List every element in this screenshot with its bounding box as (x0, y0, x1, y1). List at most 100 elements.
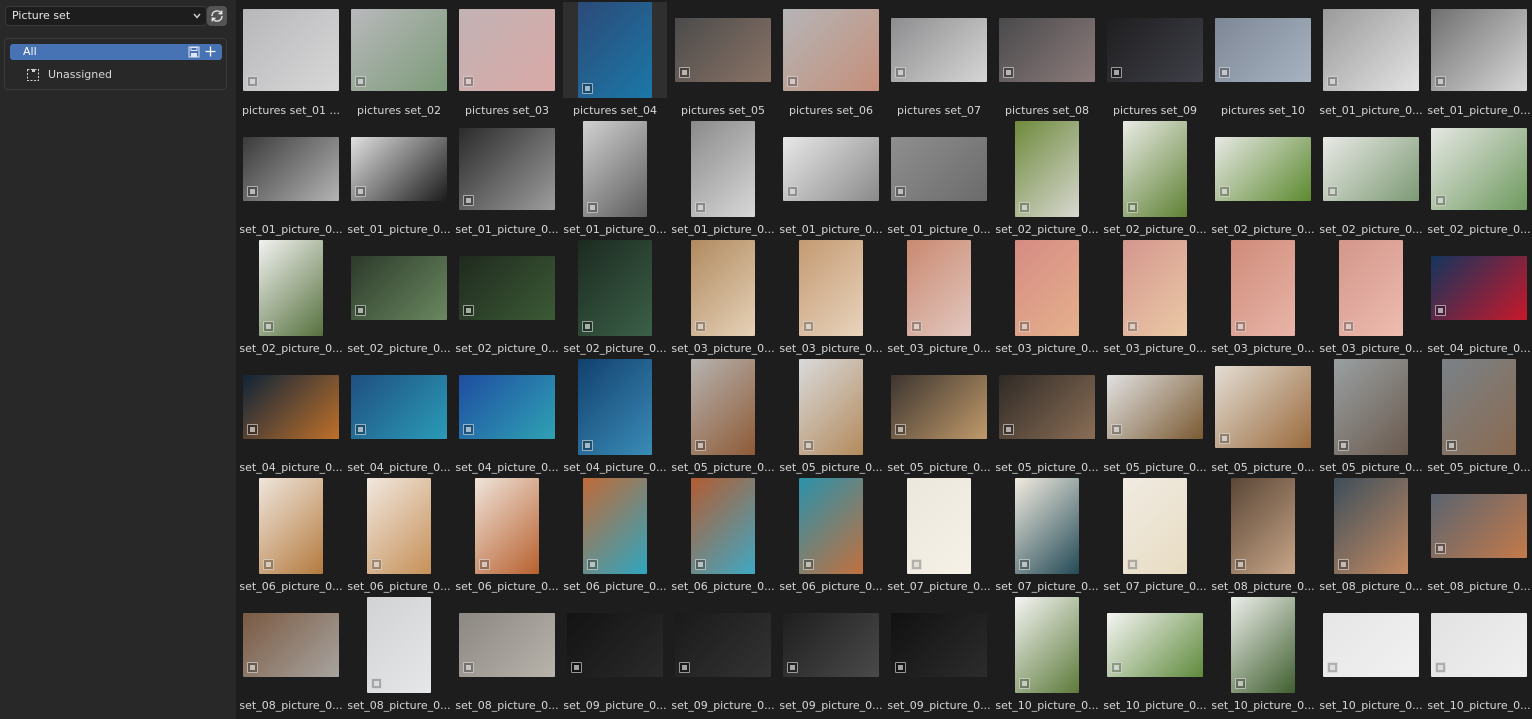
asset-tile[interactable]: set_05_picture_0... (777, 357, 885, 476)
asset-tile[interactable]: set_09_picture_0... (669, 595, 777, 714)
asset-tile[interactable]: set_03_picture_0... (1209, 238, 1317, 357)
asset-tile[interactable]: set_01_picture_0... (345, 119, 453, 238)
asset-tile[interactable]: set_02_picture_0... (1101, 119, 1209, 238)
asset-tile[interactable]: set_08_picture_0... (453, 595, 561, 714)
asset-tile[interactable]: set_10_picture_0... (1317, 595, 1425, 714)
asset-type-icon (1127, 559, 1138, 570)
asset-tile[interactable]: set_03_picture_0... (777, 238, 885, 357)
asset-tile[interactable]: set_04_picture_0... (453, 357, 561, 476)
asset-tile[interactable]: set_05_picture_0... (669, 357, 777, 476)
asset-tile[interactable]: set_05_picture_0... (1101, 357, 1209, 476)
asset-tile[interactable]: set_05_picture_0... (1209, 357, 1317, 476)
asset-tile[interactable]: set_09_picture_0... (561, 595, 669, 714)
catalog-item-all[interactable]: All (10, 44, 222, 60)
asset-tile[interactable]: set_09_picture_0... (885, 595, 993, 714)
asset-type-icon (355, 305, 366, 316)
asset-tile[interactable]: set_06_picture_0... (777, 476, 885, 595)
asset-tile[interactable]: set_01_picture_0... (561, 119, 669, 238)
asset-thumbnail-frame (239, 121, 343, 217)
asset-thumbnail (583, 121, 647, 217)
asset-tile[interactable]: set_07_picture_0... (885, 476, 993, 595)
asset-tile[interactable]: set_02_picture_0... (561, 238, 669, 357)
asset-tile[interactable]: set_03_picture_0... (885, 238, 993, 357)
catalog-item-unassigned[interactable]: Unassigned (23, 67, 112, 83)
asset-tile[interactable]: set_01_picture_0... (777, 119, 885, 238)
asset-tile[interactable]: set_01_picture_0... (1317, 0, 1425, 119)
asset-tile[interactable]: set_02_picture_0... (453, 238, 561, 357)
asset-thumbnail-frame (1319, 359, 1423, 455)
asset-tile[interactable]: set_02_picture_0... (1317, 119, 1425, 238)
refresh-button[interactable] (207, 6, 227, 26)
asset-thumbnail (1215, 366, 1311, 448)
asset-tile[interactable]: pictures set_10 (1209, 0, 1317, 119)
asset-tile[interactable]: set_08_picture_0... (1425, 476, 1532, 595)
asset-tile[interactable]: pictures set_09 (1101, 0, 1209, 119)
library-dropdown[interactable]: Picture set (5, 6, 207, 26)
asset-tile[interactable]: set_10_picture_0... (1101, 595, 1209, 714)
asset-tile[interactable]: set_01_picture_0... (453, 119, 561, 238)
asset-tile[interactable]: set_10_picture_0... (993, 595, 1101, 714)
save-icon[interactable] (188, 46, 200, 58)
asset-tile[interactable]: set_06_picture_0... (669, 476, 777, 595)
asset-tile[interactable]: pictures set_04 (561, 0, 669, 119)
asset-thumbnail-frame (1211, 240, 1315, 336)
asset-type-icon (582, 321, 593, 332)
asset-tile[interactable]: set_03_picture_0... (993, 238, 1101, 357)
asset-tile[interactable]: pictures set_07 (885, 0, 993, 119)
asset-tile[interactable]: set_07_picture_0... (1101, 476, 1209, 595)
asset-tile[interactable]: pictures set_08 (993, 0, 1101, 119)
asset-tile[interactable]: pictures set_06 (777, 0, 885, 119)
asset-label: set_07_picture_0... (887, 580, 991, 593)
asset-tile[interactable]: set_08_picture_0... (237, 595, 345, 714)
asset-tile[interactable]: set_04_picture_0... (345, 357, 453, 476)
asset-tile[interactable]: set_04_picture_0... (1425, 238, 1532, 357)
asset-thumbnail (243, 613, 339, 677)
asset-thumbnail (691, 121, 755, 217)
asset-tile[interactable]: set_10_picture_0... (1209, 595, 1317, 714)
asset-tile[interactable]: set_08_picture_0... (1209, 476, 1317, 595)
asset-tile[interactable]: set_02_picture_0... (237, 238, 345, 357)
asset-type-icon (582, 83, 593, 94)
asset-tile[interactable]: set_06_picture_0... (237, 476, 345, 595)
asset-tile[interactable]: set_09_picture_0... (777, 595, 885, 714)
asset-tile[interactable]: set_06_picture_0... (561, 476, 669, 595)
asset-tile[interactable]: set_02_picture_0... (1209, 119, 1317, 238)
asset-tile[interactable]: set_05_picture_0... (1317, 357, 1425, 476)
asset-label: set_05_picture_0... (671, 461, 775, 474)
asset-tile[interactable]: set_04_picture_0... (561, 357, 669, 476)
asset-tile[interactable]: set_03_picture_0... (1101, 238, 1209, 357)
asset-tile[interactable]: pictures set_03 (453, 0, 561, 119)
asset-tile[interactable]: set_08_picture_0... (345, 595, 453, 714)
asset-tile[interactable]: set_05_picture_0... (993, 357, 1101, 476)
asset-tile[interactable]: set_08_picture_0... (1317, 476, 1425, 595)
asset-tile[interactable]: set_03_picture_0... (669, 238, 777, 357)
asset-label: set_02_picture_0... (563, 342, 667, 355)
asset-thumbnail (891, 613, 987, 677)
asset-tile[interactable]: set_05_picture_0... (1425, 357, 1532, 476)
asset-tile[interactable]: set_01_picture_0... (885, 119, 993, 238)
asset-thumbnail (351, 137, 447, 201)
asset-tile[interactable]: set_01_picture_0... (1425, 0, 1532, 119)
asset-label: set_06_picture_0... (455, 580, 559, 593)
asset-tile[interactable]: set_02_picture_0... (1425, 119, 1532, 238)
asset-tile[interactable]: pictures set_05 (669, 0, 777, 119)
asset-thumbnail (999, 375, 1095, 439)
asset-tile[interactable]: set_01_picture_0... (237, 119, 345, 238)
asset-tile[interactable]: set_07_picture_0... (993, 476, 1101, 595)
asset-tile[interactable]: set_06_picture_0... (345, 476, 453, 595)
asset-type-icon (679, 67, 690, 78)
asset-tile[interactable]: pictures set_01 ... (237, 0, 345, 119)
asset-tile[interactable]: pictures set_02 (345, 0, 453, 119)
asset-tile[interactable]: set_02_picture_0... (993, 119, 1101, 238)
asset-tile[interactable]: set_05_picture_0... (885, 357, 993, 476)
asset-tile[interactable]: set_01_picture_0... (669, 119, 777, 238)
asset-tile[interactable]: set_06_picture_0... (453, 476, 561, 595)
plus-icon[interactable] (204, 45, 217, 58)
asset-type-icon (787, 662, 798, 673)
asset-tile[interactable]: set_10_picture_0... (1425, 595, 1532, 714)
asset-label: set_02_picture_0... (455, 342, 559, 355)
asset-tile[interactable]: set_04_picture_0... (237, 357, 345, 476)
asset-tile[interactable]: set_02_picture_0... (345, 238, 453, 357)
asset-thumbnail-frame (1211, 478, 1315, 574)
asset-tile[interactable]: set_03_picture_0... (1317, 238, 1425, 357)
